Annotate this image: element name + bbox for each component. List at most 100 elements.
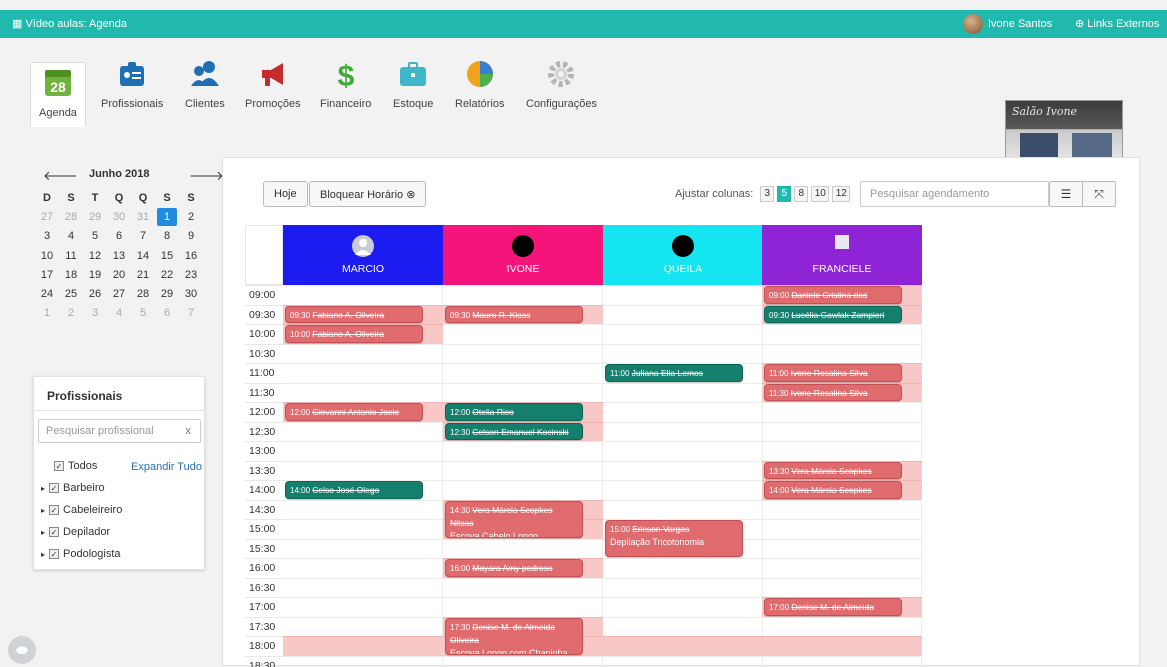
menu-item-promocoes[interactable]: Promoções xyxy=(245,58,301,110)
time-slot[interactable] xyxy=(603,500,763,520)
appointment[interactable]: 10:00 Fabiano A. Oliveira xyxy=(285,325,423,343)
calendar-day[interactable]: 1 xyxy=(157,208,177,226)
external-links-button[interactable]: ⊕ Links Externos xyxy=(1075,17,1159,30)
calendar-day[interactable]: 19 xyxy=(85,266,105,284)
appointment[interactable]: 11:00 Juliana Elia Lemos xyxy=(605,364,743,382)
time-slot[interactable] xyxy=(603,324,763,344)
list-view-icon[interactable]: ☰ xyxy=(1049,181,1083,207)
calendar-day[interactable]: 15 xyxy=(157,247,177,265)
calendar-day[interactable]: 27 xyxy=(109,285,129,303)
appointment[interactable]: 11:30 Ivone Rosalina Silva xyxy=(764,384,902,402)
today-button[interactable]: Hoje xyxy=(263,181,308,207)
appointment[interactable]: 17:30 Denise M. de Almeida OliveiraEscov… xyxy=(445,618,583,655)
user-menu[interactable]: Ivone Santos xyxy=(963,14,1052,34)
calendar-day[interactable]: 16 xyxy=(181,247,201,265)
cols-12-button[interactable]: 12 xyxy=(832,186,850,202)
search-appointment-input[interactable]: Pesquisar agendamento xyxy=(860,181,1049,207)
calendar-day[interactable]: 20 xyxy=(109,266,129,284)
calendar-day[interactable]: 5 xyxy=(85,227,105,245)
time-slot[interactable] xyxy=(443,344,603,364)
time-slot[interactable] xyxy=(283,597,443,617)
calendar-day[interactable]: 9 xyxy=(181,227,201,245)
time-slot[interactable] xyxy=(762,500,922,520)
time-slot[interactable] xyxy=(283,344,443,364)
calendar-day[interactable]: 6 xyxy=(157,304,177,322)
appointment[interactable]: 09:30 Mauro R. Kloss xyxy=(445,306,583,324)
clear-search-icon[interactable]: x xyxy=(186,425,192,437)
time-slot[interactable] xyxy=(283,500,443,520)
expand-all-link[interactable]: Expandir Tudo xyxy=(131,461,202,473)
time-slot[interactable] xyxy=(762,578,922,598)
time-slot[interactable] xyxy=(603,597,763,617)
calendar-day[interactable]: 14 xyxy=(133,247,153,265)
time-slot[interactable] xyxy=(762,519,922,539)
calendar-day[interactable]: 22 xyxy=(157,266,177,284)
time-slot[interactable] xyxy=(443,597,603,617)
calendar-day[interactable]: 12 xyxy=(85,247,105,265)
time-slot[interactable] xyxy=(762,656,922,667)
time-slot[interactable] xyxy=(762,344,922,364)
time-slot[interactable] xyxy=(443,383,603,403)
group-depilador[interactable]: ▸✓Depilador xyxy=(41,526,110,538)
appointment[interactable]: 12:00 Otelia Rico xyxy=(445,403,583,421)
prev-month-arrow-icon[interactable]: 🡐 xyxy=(43,168,78,184)
calendar-day[interactable]: 7 xyxy=(133,227,153,245)
time-slot[interactable] xyxy=(603,285,763,305)
menu-item-estoque[interactable]: Estoque xyxy=(393,58,433,110)
calendar-day[interactable]: 2 xyxy=(181,208,201,226)
menu-item-profissionais[interactable]: Profissionais xyxy=(101,58,163,110)
time-slot[interactable] xyxy=(443,461,603,481)
appointment[interactable]: 09:00 Daniele Cristina dos xyxy=(764,286,902,304)
block-time-button[interactable]: Bloquear Horário ⊗ xyxy=(309,181,426,207)
time-slot[interactable] xyxy=(603,558,763,578)
calendar-day[interactable]: 30 xyxy=(109,208,129,226)
chat-bubble-icon[interactable]: ⬬ xyxy=(8,636,36,664)
calendar-day[interactable]: 24 xyxy=(37,285,57,303)
time-slot[interactable] xyxy=(603,656,763,667)
appointment[interactable]: 13:30 Vera Márcia Scopkes xyxy=(764,462,902,480)
time-slot[interactable] xyxy=(443,578,603,598)
time-slot[interactable] xyxy=(603,441,763,461)
time-slot[interactable] xyxy=(603,480,763,500)
time-slot[interactable] xyxy=(762,402,922,422)
calendar-day[interactable]: 31 xyxy=(133,208,153,226)
appointment[interactable]: 14:00 Vera Márcia Scopkes xyxy=(764,481,902,499)
group-podologista[interactable]: ▸✓Podologista xyxy=(41,548,121,560)
todos-checkbox[interactable]: ✓ Todos xyxy=(54,460,97,472)
fullscreen-icon[interactable]: ⤧ xyxy=(1082,181,1116,207)
time-slot[interactable] xyxy=(603,305,763,325)
calendar-day[interactable]: 28 xyxy=(133,285,153,303)
time-slot[interactable] xyxy=(443,324,603,344)
calendar-day[interactable]: 3 xyxy=(85,304,105,322)
cols-3-button[interactable]: 3 xyxy=(760,186,774,202)
time-slot[interactable] xyxy=(283,383,443,403)
appointment[interactable]: 15:00 Ericson VargasDepilação Tricotonom… xyxy=(605,520,743,557)
calendar-day[interactable]: 18 xyxy=(61,266,81,284)
appointment[interactable]: 14:30 Vera Márcia Scopkes NitsasEscova C… xyxy=(445,501,583,538)
menu-item-configuracoes[interactable]: Configurações xyxy=(526,58,597,110)
search-professional-input[interactable]: Pesquisar profissional x xyxy=(38,419,201,443)
calendar-day[interactable]: 26 xyxy=(85,285,105,303)
time-slot[interactable] xyxy=(603,422,763,442)
calendar-day[interactable]: 21 xyxy=(133,266,153,284)
appointment[interactable]: 09:30 Lucélia Gawlak Zampieri xyxy=(764,306,902,324)
appointment[interactable]: 16:00 Mayara Amy pedroso xyxy=(445,559,583,577)
time-slot[interactable] xyxy=(443,539,603,559)
calendar-day[interactable]: 5 xyxy=(133,304,153,322)
time-slot[interactable] xyxy=(603,578,763,598)
calendar-day[interactable]: 13 xyxy=(109,247,129,265)
calendar-day[interactable]: 29 xyxy=(157,285,177,303)
time-slot[interactable] xyxy=(603,402,763,422)
appointment[interactable]: 11:00 Ivone Rosalina Silva xyxy=(764,364,902,382)
time-slot[interactable] xyxy=(283,558,443,578)
calendar-day[interactable]: 3 xyxy=(37,227,57,245)
time-slot[interactable] xyxy=(283,578,443,598)
time-slot[interactable] xyxy=(283,363,443,383)
group-cabeleireiro[interactable]: ▸✓Cabeleireiro xyxy=(41,504,122,516)
time-slot[interactable] xyxy=(603,617,763,637)
time-slot[interactable] xyxy=(443,480,603,500)
next-month-arrow-icon[interactable]: 🡒 xyxy=(189,168,224,184)
calendar-day[interactable]: 17 xyxy=(37,266,57,284)
group-barbeiro[interactable]: ▸✓Barbeiro xyxy=(41,482,105,494)
time-slot[interactable] xyxy=(283,617,443,637)
